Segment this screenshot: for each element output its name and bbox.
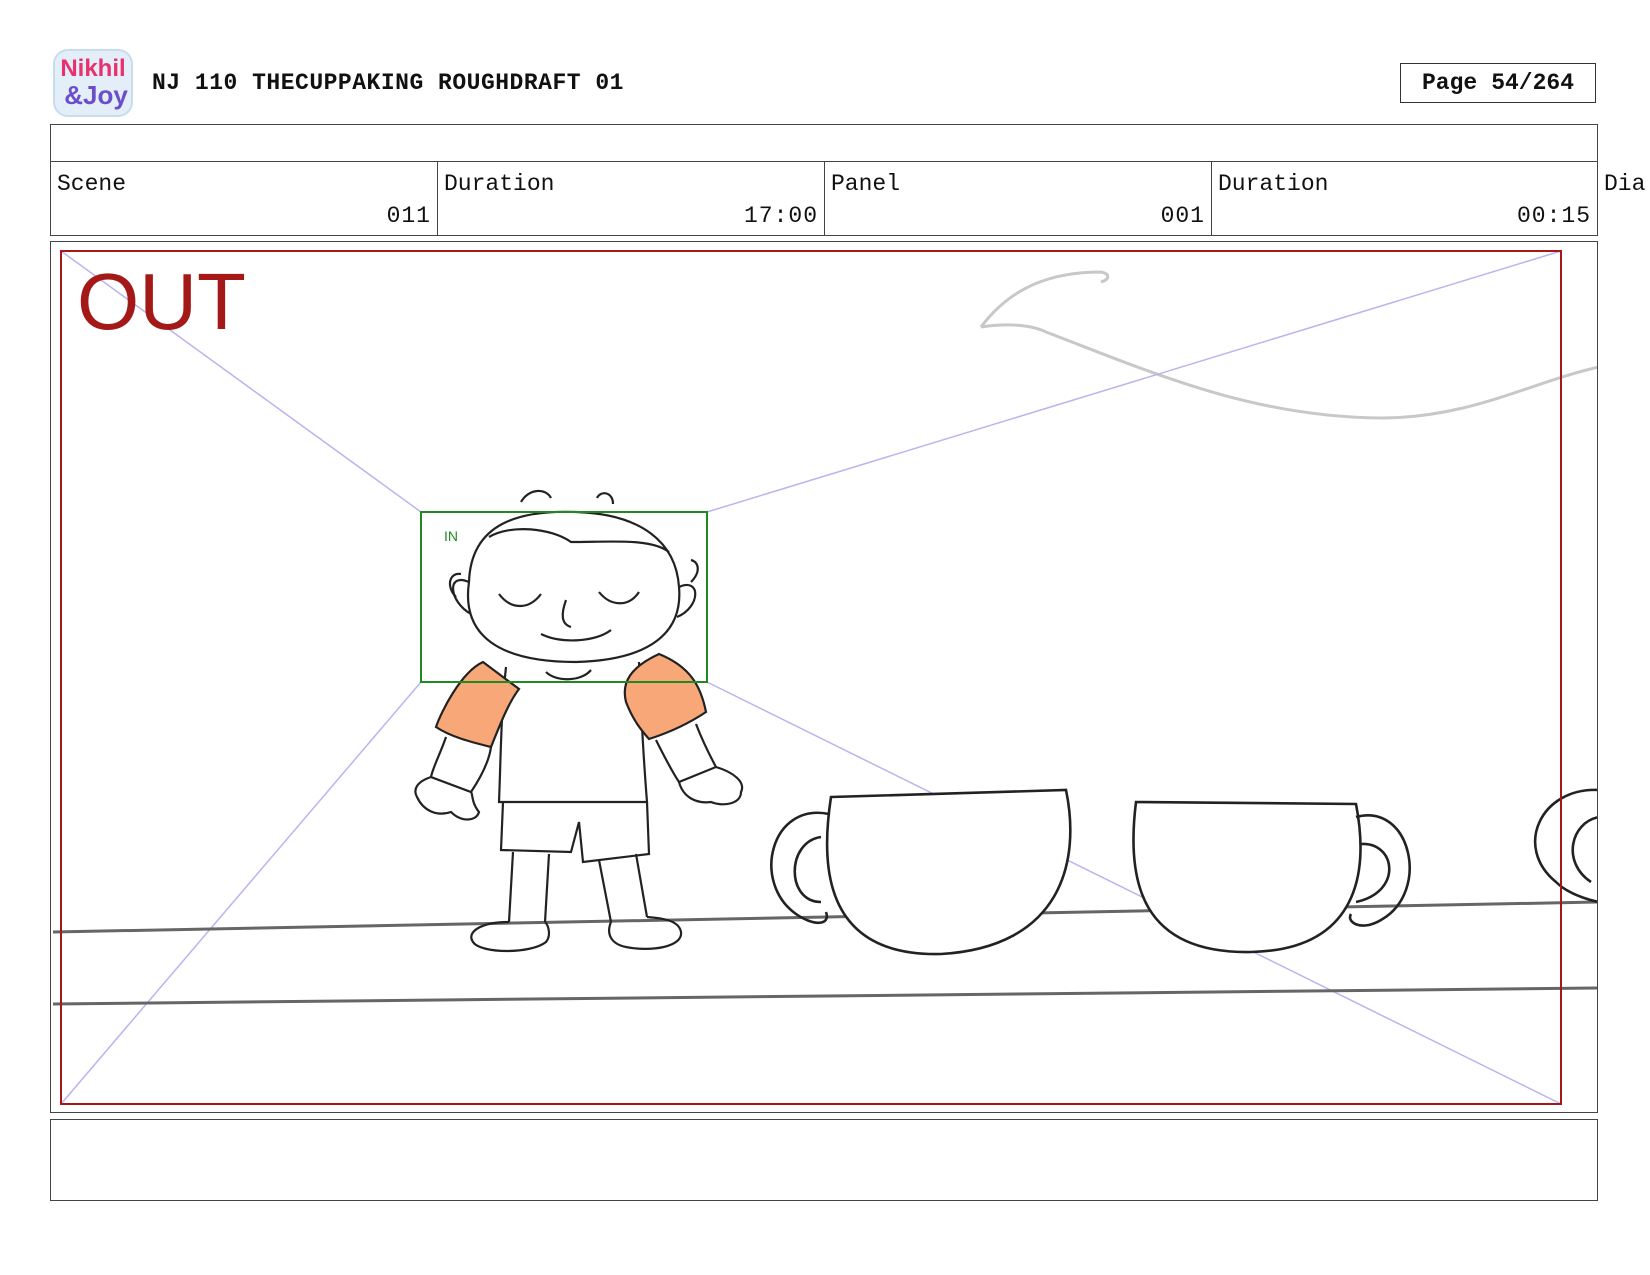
page-counter: Page 54/264 [1400, 63, 1596, 103]
storyboard-panel: OUT IN [50, 241, 1598, 1113]
panel-duration-label: Duration [1218, 171, 1329, 197]
in-frame-label: IN [444, 528, 458, 544]
scene-cell: Scene 011 [50, 161, 438, 236]
bottom-notes-box [50, 1119, 1598, 1201]
scene-duration-value: 17:00 [743, 203, 818, 229]
panel-value: 001 [1160, 203, 1205, 229]
document-title: NJ 110 THECUPPAKING ROUGHDRAFT 01 [152, 70, 624, 96]
dialogue-cell: Dia [1598, 161, 1650, 236]
character-sketch [414, 489, 744, 953]
dialogue-label: Dia [1604, 171, 1646, 197]
page-number: 54/264 [1491, 70, 1575, 96]
panel-drawing [52, 250, 1597, 1105]
metadata-row: Scene 011 Duration 17:00 Panel 001 Durat… [50, 161, 1650, 236]
top-notes-box [50, 124, 1598, 162]
scene-value: 011 [386, 203, 431, 229]
page-label: Page [1421, 70, 1478, 96]
scene-duration-label: Duration [444, 171, 555, 197]
panel-duration-cell: Duration 00:15 [1211, 161, 1598, 236]
svg-text:&Joy: &Joy [64, 80, 128, 110]
panel-cell: Panel 001 [824, 161, 1212, 236]
scene-duration-cell: Duration 17:00 [437, 161, 825, 236]
svg-text:Nikhil: Nikhil [60, 55, 125, 82]
camera-move-guides [60, 250, 1562, 1105]
panel-label: Panel [831, 171, 901, 197]
panel-duration-value: 00:15 [1516, 203, 1591, 229]
show-logo: Nikhil &Joy [52, 48, 134, 118]
background-sketch-line [979, 270, 1597, 420]
scene-label: Scene [57, 171, 127, 197]
out-frame-label: OUT [77, 257, 246, 346]
cup-sketches [770, 788, 1597, 956]
out-frame-box [60, 250, 1562, 1105]
